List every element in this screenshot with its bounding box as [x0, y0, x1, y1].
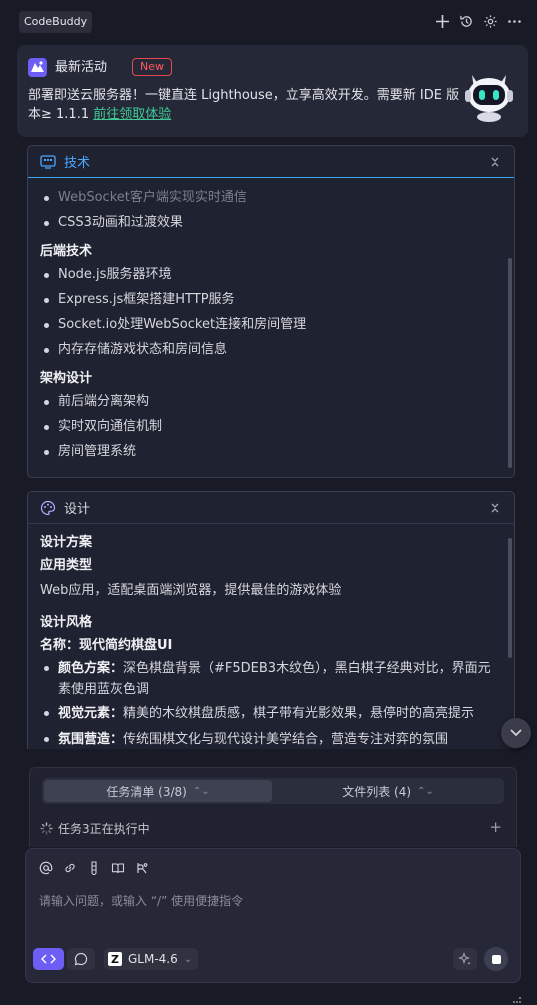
- item-text: 传统围棋文化与现代设计美学结合，营造专注对弈的氛围: [123, 732, 449, 747]
- banner-link[interactable]: 前往领取体验: [93, 107, 171, 122]
- section-title: 设计方案: [40, 535, 93, 550]
- chevron-down-icon: ⌄: [183, 953, 193, 965]
- item-label: 颜色方案：: [58, 661, 124, 676]
- section-title: 应用类型: [40, 558, 93, 573]
- chevron-updown-icon: ⌃⌄: [417, 785, 434, 797]
- list-item: 氛围营造：传统围棋文化与现代设计美学结合，营造专注对弈的氛围: [40, 729, 502, 749]
- code-mode-button[interactable]: [33, 948, 64, 970]
- design-card-title: 设计: [64, 502, 91, 517]
- section-title: 后端技术: [40, 244, 93, 259]
- list-item: 内存存储游戏状态和房间信息: [40, 337, 502, 362]
- header-actions: [434, 13, 523, 30]
- scrollbar[interactable]: [508, 258, 512, 468]
- tab-files-label: 文件列表 (4): [342, 784, 412, 799]
- more-icon[interactable]: [506, 13, 523, 30]
- tech-card-header[interactable]: 技术: [28, 146, 514, 178]
- item-label: 视觉元素：: [58, 706, 124, 721]
- rules-icon[interactable]: [135, 861, 149, 875]
- settings-icon[interactable]: [482, 13, 499, 30]
- design-card-body: 设计方案 应用类型 Web应用，适配桌面端浏览器，提供最佳的游戏体验 设计风格 …: [28, 524, 514, 749]
- new-badge: New: [132, 58, 172, 76]
- promo-banner: 最新活动 New 部署即送云服务器！一键直连 Lighthouse，立享高效开发…: [17, 45, 528, 137]
- resize-handle[interactable]: [513, 997, 521, 1003]
- task-status: 任务3正在执行中: [40, 820, 150, 837]
- item-text: 深色棋盘背景（#F5DEB3木纹色），黑白棋子经典对比，界面元素使用蓝灰色调: [58, 661, 491, 697]
- chat-mode-button[interactable]: [67, 948, 95, 970]
- item-text: 精美的木纹棋盘质感，棋子带有光影效果，悬停时的高亮提示: [123, 706, 475, 721]
- tasks-tabbar: 任务清单 (3/8) ⌃⌄ 文件列表 (4) ⌃⌄: [42, 778, 504, 804]
- design-card-header[interactable]: 设计: [28, 492, 514, 524]
- list-item: 视觉元素：精美的木纹棋盘质感，棋子带有光影效果，悬停时的高亮提示: [40, 703, 502, 724]
- list-item: Express.js框架搭建HTTP服务: [40, 287, 502, 312]
- tab-tasks-label: 任务清单 (3/8): [106, 784, 187, 799]
- design-card: 设计 设计方案 应用类型 Web应用，适配桌面端浏览器，提供最佳的游戏体验 设计…: [27, 491, 515, 749]
- codebuddy-logo-icon: [28, 58, 47, 77]
- tech-icon: [40, 154, 56, 170]
- add-task-icon[interactable]: +: [489, 818, 502, 836]
- scrollbar[interactable]: [508, 538, 512, 658]
- chevron-down-icon: [510, 729, 522, 737]
- section-title: 设计风格: [40, 615, 93, 630]
- banner-title: 最新活动: [55, 60, 108, 75]
- model-selector[interactable]: Z GLM-4.6 ⌄: [104, 948, 199, 970]
- chat-bubble-icon: [74, 952, 88, 966]
- sparkle-icon: [458, 952, 471, 965]
- collapse-icon[interactable]: [488, 155, 502, 169]
- app-name-tag: CodeBuddy: [19, 11, 93, 33]
- tab-files[interactable]: 文件列表 (4) ⌃⌄: [274, 780, 502, 802]
- plus-icon[interactable]: [434, 13, 451, 30]
- robot-mascot-icon: [460, 65, 518, 123]
- book-icon[interactable]: [111, 861, 125, 875]
- list-item: 实时双向通信机制: [40, 414, 502, 439]
- palette-icon: [40, 500, 56, 516]
- task-status-text: 任务3正在执行中: [58, 822, 150, 836]
- list-item: 房间管理系统: [40, 439, 502, 464]
- composer-toolbar: [39, 861, 149, 875]
- tech-card: 技术 WebSocket客户端实现实时通信 CSS3动画和过渡效果 后端技术 N…: [27, 145, 515, 478]
- chat-input[interactable]: [39, 890, 499, 912]
- app-type-text: Web应用，适配桌面端浏览器，提供最佳的游戏体验: [40, 583, 342, 598]
- stop-button[interactable]: [484, 947, 508, 971]
- style-name: 名称：现代简约棋盘UI: [40, 638, 173, 653]
- enhance-prompt-button[interactable]: [453, 948, 477, 970]
- chat-composer: Z GLM-4.6 ⌄: [25, 848, 521, 983]
- code-icon: [41, 954, 56, 964]
- history-icon[interactable]: [458, 13, 475, 30]
- stop-icon: [491, 954, 501, 964]
- banner-text: 部署即送云服务器！一键直连 Lighthouse，立享高效开发。需要新 IDE …: [28, 86, 466, 124]
- zhipu-logo-icon: Z: [108, 952, 122, 966]
- list-item: WebSocket客户端实现实时通信: [40, 185, 502, 210]
- list-item: 颜色方案：深色棋盘背景（#F5DEB3木纹色），黑白棋子经典对比，界面元素使用蓝…: [40, 658, 502, 700]
- spinner-icon: [40, 822, 53, 835]
- item-label: 氛围营造：: [58, 732, 124, 747]
- chevron-updown-icon: ⌃⌄: [192, 785, 210, 797]
- model-name: GLM-4.6: [128, 952, 178, 966]
- list-item: CSS3动画和过渡效果: [40, 210, 502, 235]
- collapse-icon[interactable]: [488, 501, 502, 515]
- mention-icon[interactable]: [39, 861, 53, 875]
- top-bar: CodeBuddy: [0, 0, 537, 44]
- tech-card-title: 技术: [64, 156, 91, 171]
- figma-icon[interactable]: [87, 861, 101, 875]
- tech-card-body: WebSocket客户端实现实时通信 CSS3动画和过渡效果 后端技术 Node…: [28, 178, 514, 464]
- tasks-panel: 任务清单 (3/8) ⌃⌄ 文件列表 (4) ⌃⌄ 任务3正在执行中 +: [29, 767, 517, 847]
- section-title: 架构设计: [40, 371, 93, 386]
- link-icon[interactable]: [63, 861, 77, 875]
- list-item: Node.js服务器环境: [40, 262, 502, 287]
- scroll-down-button[interactable]: [501, 718, 531, 748]
- tab-tasks[interactable]: 任务清单 (3/8) ⌃⌄: [44, 780, 272, 802]
- list-item: Socket.io处理WebSocket连接和房间管理: [40, 312, 502, 337]
- list-item: 前后端分离架构: [40, 389, 502, 414]
